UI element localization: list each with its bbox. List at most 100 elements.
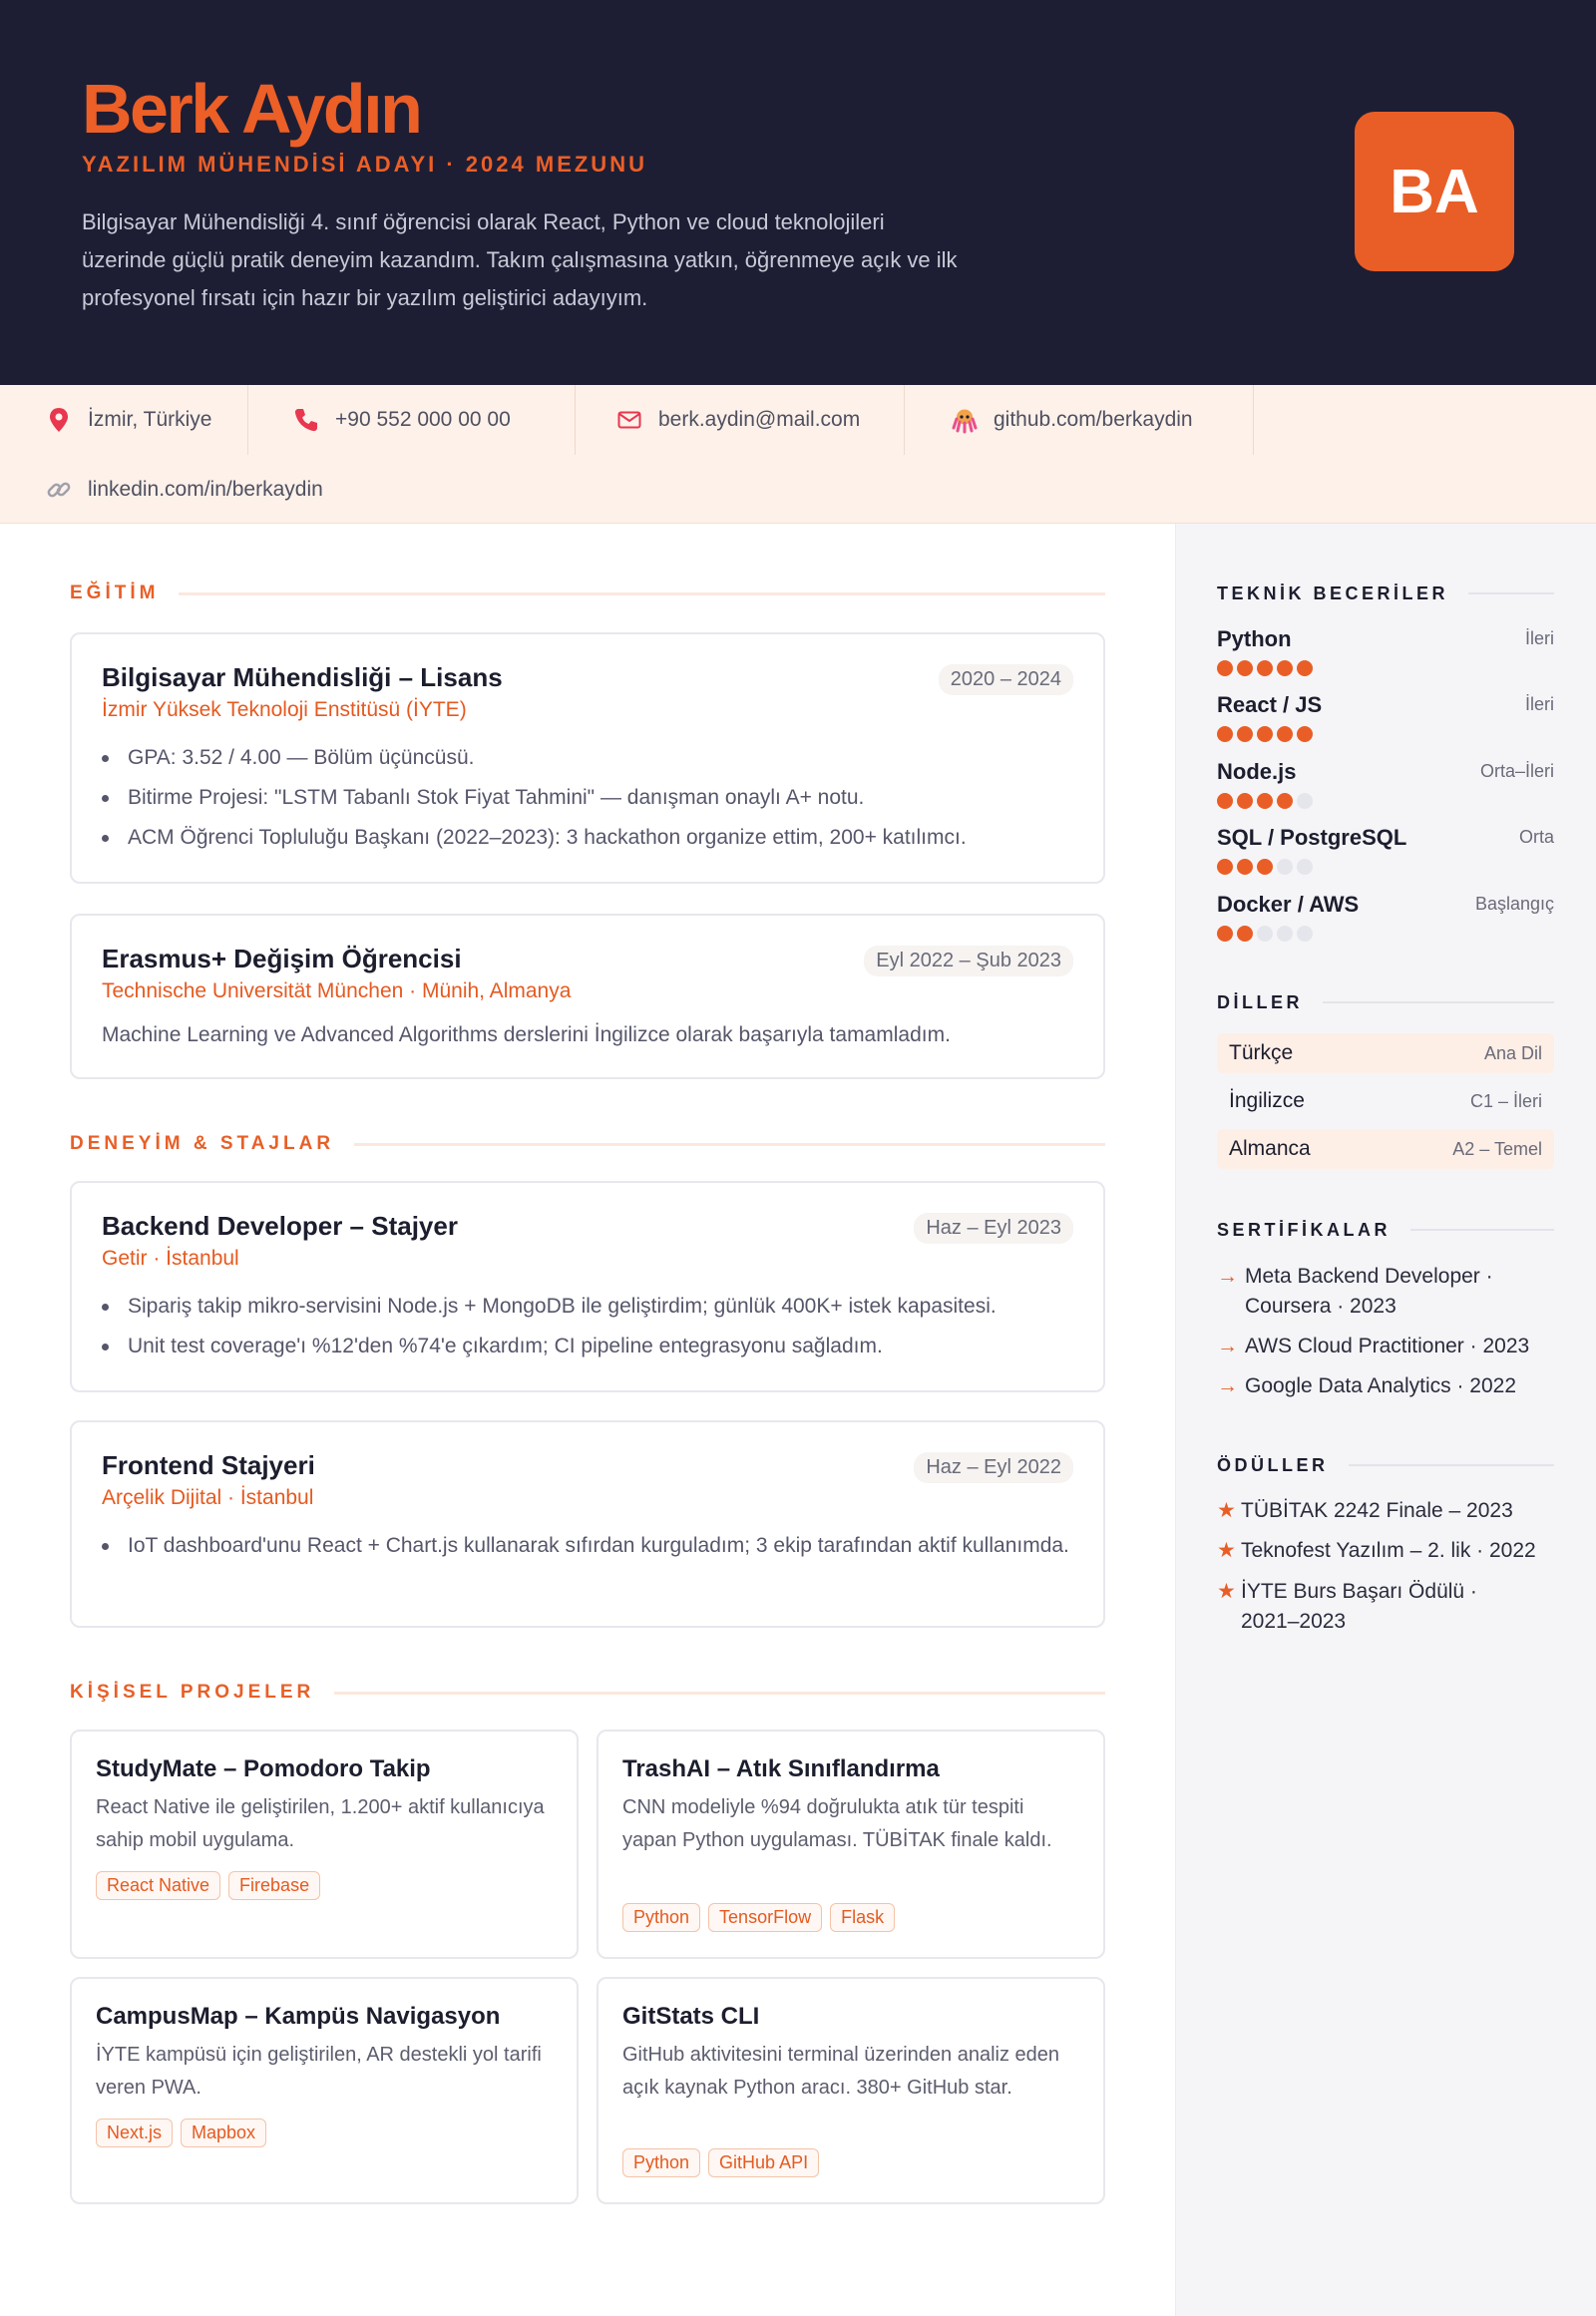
rating-dot-filled <box>1257 726 1273 742</box>
contact-divider <box>904 385 905 455</box>
contact-linkedin[interactable]: linkedin.com/in/berkaydin <box>44 455 323 525</box>
certificate-item: → AWS Cloud Practitioner · 2023 <box>1217 1332 1554 1361</box>
star-icon: ★ <box>1217 1499 1236 1522</box>
resume-header: Berk Aydın YAZILIM MÜHENDİSİ ADAYI · 202… <box>0 0 1596 385</box>
school-name: Technische Universität München · Münih, … <box>102 979 572 1002</box>
skill-row: Node.js Orta–İleri <box>1217 759 1554 815</box>
contact-divider <box>247 385 248 455</box>
tag-list: Python TensorFlow Flask <box>622 1903 896 1932</box>
award-text: TÜBİTAK 2242 Finale – 2023 <box>1241 1499 1513 1522</box>
certificate-text: AWS Cloud Practitioner · 2023 <box>1245 1335 1530 1357</box>
contact-email[interactable]: berk.aydin@mail.com <box>614 385 860 455</box>
tech-tag: GitHub API <box>708 2148 820 2177</box>
rating-dot-empty <box>1277 926 1293 942</box>
list-item: ACM Öğrenci Topluluğu Başkanı (2022–2023… <box>102 820 1073 856</box>
certificate-item: → Google Data Analytics · 2022 <box>1217 1371 1554 1401</box>
education-card: Bilgisayar Mühendisliği – Lisans İzmir Y… <box>70 632 1105 884</box>
tech-tag: Flask <box>830 1903 896 1932</box>
program-title: Erasmus+ Değişim Öğrencisi <box>102 944 462 973</box>
rating-dot-filled <box>1257 859 1273 875</box>
language-level: A2 – Temel <box>1452 1138 1542 1159</box>
certificate-item: → Meta Backend Developer · Coursera · 20… <box>1217 1262 1554 1322</box>
star-icon: ★ <box>1217 1539 1236 1562</box>
rating-dot-filled <box>1277 660 1293 676</box>
language-row: Almanca A2 – Temel <box>1217 1129 1554 1169</box>
tech-tag: Firebase <box>228 1871 321 1900</box>
rating-dot-filled <box>1237 726 1253 742</box>
date-badge: Haz – Eyl 2023 <box>914 1213 1073 1244</box>
section-languages-title: DİLLER <box>1217 990 1554 1014</box>
rating-dot-filled <box>1257 660 1273 676</box>
phone-icon <box>291 405 321 435</box>
program-description: Machine Learning ve Advanced Algorithms … <box>102 1023 951 1046</box>
rating-dot-filled <box>1237 660 1253 676</box>
skill-name: Python <box>1217 626 1292 651</box>
rating-dot-empty <box>1277 859 1293 875</box>
list-item: Bitirme Projesi: "LSTM Tabanlı Stok Fiya… <box>102 780 1073 816</box>
skill-level: İleri <box>1524 628 1554 648</box>
job-role: Frontend Stajyeri <box>102 1450 315 1480</box>
skill-rating <box>1217 859 1313 875</box>
list-item: Sipariş takip mikro-servisini Node.js + … <box>102 1289 1073 1325</box>
project-description: GitHub aktivitesini terminal üzerinden a… <box>622 2044 1060 2099</box>
project-title: TrashAI – Atık Sınıflandırma <box>622 1755 940 1782</box>
section-awards-title: ÖDÜLLER <box>1217 1453 1554 1477</box>
skill-level: Orta <box>1518 827 1554 847</box>
contact-phone[interactable]: +90 552 000 00 00 <box>291 385 511 455</box>
linkedin-text: linkedin.com/in/berkaydin <box>88 478 323 501</box>
arrow-right-icon: → <box>1217 1265 1238 1288</box>
link-icon <box>44 475 74 505</box>
job-role: Backend Developer – Stajyer <box>102 1211 458 1241</box>
language-name: Türkçe <box>1229 1041 1294 1064</box>
project-title: CampusMap – Kampüs Navigasyon <box>96 2003 501 2030</box>
skill-rating <box>1217 726 1313 742</box>
rating-dot-filled <box>1237 859 1253 875</box>
tech-tag: TensorFlow <box>708 1903 823 1932</box>
rating-dot-filled <box>1217 859 1233 875</box>
education-bullets: GPA: 3.52 / 4.00 — Bölüm üçüncüsü. Bitir… <box>102 740 1073 860</box>
octopus-icon <box>950 405 980 435</box>
contact-divider <box>1253 385 1254 455</box>
project-title: GitStats CLI <box>622 2003 760 2030</box>
avatar: BA <box>1355 112 1514 271</box>
date-badge: 2020 – 2024 <box>938 664 1073 695</box>
skill-name: React / JS <box>1217 692 1323 717</box>
rating-dot-empty <box>1257 926 1273 942</box>
language-row: Türkçe Ana Dil <box>1217 1033 1554 1073</box>
date-badge: Haz – Eyl 2022 <box>914 1452 1073 1483</box>
rating-dot-filled <box>1297 726 1313 742</box>
certificate-text: Meta Backend Developer · Coursera · 2023 <box>1245 1265 1493 1318</box>
rating-dot-filled <box>1277 793 1293 809</box>
person-name: Berk Aydın <box>82 70 423 148</box>
phone-text: +90 552 000 00 00 <box>335 408 511 431</box>
rating-dot-empty <box>1297 926 1313 942</box>
contact-github[interactable]: github.com/berkaydin <box>950 385 1193 455</box>
tech-tag: Python <box>622 2148 701 2177</box>
section-certificates-title: SERTİFİKALAR <box>1217 1218 1554 1242</box>
skill-row: SQL / PostgreSQL Orta <box>1217 825 1554 881</box>
rating-dot-filled <box>1277 726 1293 742</box>
rating-dot-empty <box>1297 793 1313 809</box>
tech-tag: Next.js <box>96 2119 174 2147</box>
award-item: ★ TÜBİTAK 2242 Finale – 2023 <box>1217 1496 1554 1526</box>
award-text: İYTE Burs Başarı Ödülü · 2021–2023 <box>1241 1580 1477 1633</box>
section-projects-title: KİŞİSEL PROJELER <box>70 1680 1105 1706</box>
star-icon: ★ <box>1217 1580 1236 1603</box>
mail-icon <box>614 405 644 435</box>
award-item: ★ Teknofest Yazılım – 2. lik · 2022 <box>1217 1536 1554 1566</box>
project-description: CNN modeliyle %94 doğrulukta atık tür te… <box>622 1796 1052 1851</box>
skill-level: İleri <box>1524 694 1554 714</box>
list-item: IoT dashboard'unu React + Chart.js kulla… <box>102 1528 1073 1564</box>
project-card: TrashAI – Atık Sınıflandırma CNN modeliy… <box>597 1730 1105 1959</box>
skill-rating <box>1217 660 1313 676</box>
company-name: Getir · İstanbul <box>102 1247 239 1270</box>
list-item: Unit test coverage'ı %12'den %74'e çıkar… <box>102 1329 1073 1364</box>
rating-dot-filled <box>1217 726 1233 742</box>
tag-list: Next.js Mapbox <box>96 2119 267 2147</box>
experience-bullets: IoT dashboard'unu React + Chart.js kulla… <box>102 1528 1073 1568</box>
tag-list: React Native Firebase <box>96 1871 321 1900</box>
rating-dot-filled <box>1297 660 1313 676</box>
rating-dot-filled <box>1217 793 1233 809</box>
section-skills-title: TEKNİK BECERİLER <box>1217 581 1554 605</box>
map-pin-icon <box>44 405 74 435</box>
